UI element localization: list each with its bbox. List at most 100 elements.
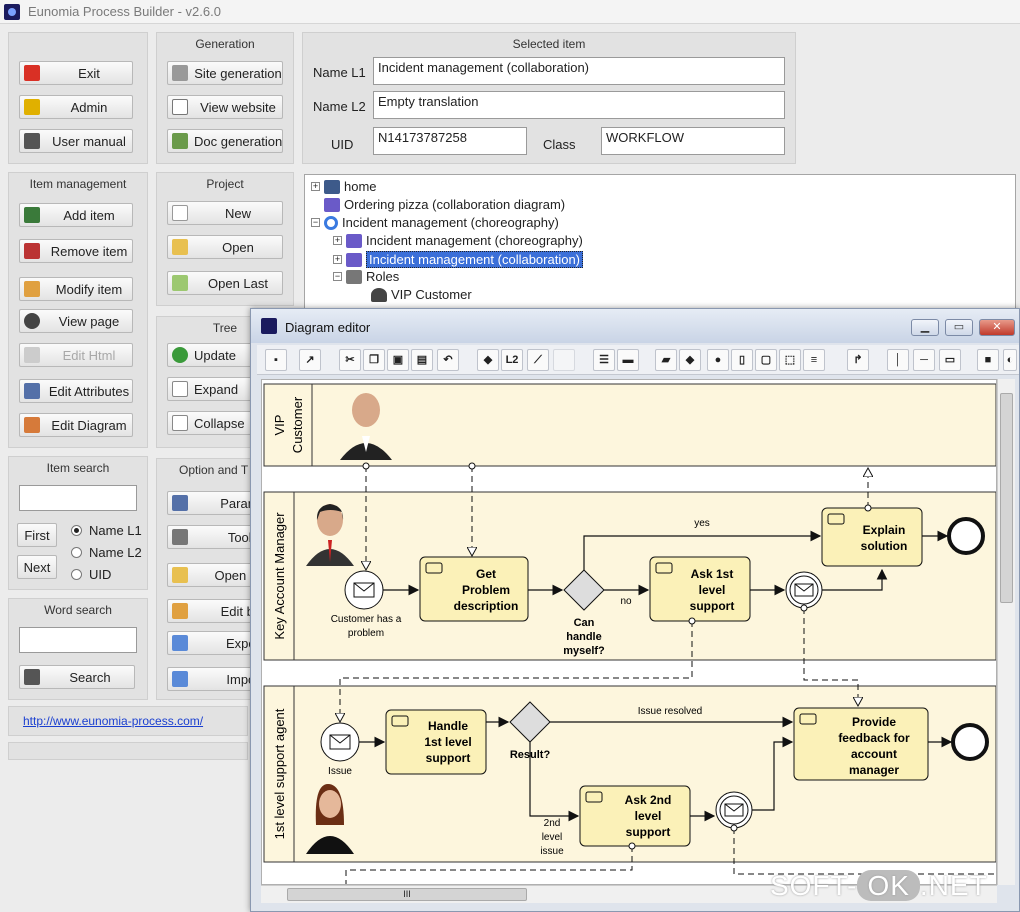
disabled-icon[interactable]	[553, 349, 575, 371]
collapse-toggle[interactable]: −	[311, 218, 320, 227]
radio-name-l2[interactable]	[71, 547, 82, 558]
cut-icon[interactable]: ✂	[339, 349, 361, 371]
group-icon[interactable]: ⬚	[779, 349, 801, 371]
vertical-scrollbar[interactable]	[997, 379, 1015, 885]
class-field[interactable]: WORKFLOW	[601, 127, 785, 155]
intermediate-event-2[interactable]	[715, 791, 753, 829]
expand-toggle[interactable]: +	[333, 236, 342, 245]
connector-icon[interactable]: ⟋	[527, 349, 549, 371]
vertical-scroll-thumb[interactable]	[1000, 393, 1013, 603]
new-project-button[interactable]: New	[167, 201, 283, 225]
item-tree[interactable]: + home Ordering pizza (collaboration diag…	[304, 174, 1016, 314]
undo-icon[interactable]: ↶	[437, 349, 459, 371]
name-l2-field[interactable]: Empty translation	[373, 91, 785, 119]
website-link[interactable]: http://www.eunomia-process.com/	[23, 714, 203, 728]
tree-node-ordering[interactable]: Ordering pizza (collaboration diagram)	[324, 197, 565, 212]
paste-special-icon[interactable]: ▤	[411, 349, 433, 371]
close-button[interactable]: ✕	[979, 319, 1015, 336]
flow-icon[interactable]: ↱	[847, 349, 869, 371]
tree-node-home[interactable]: + home	[311, 179, 377, 194]
expand-toggle[interactable]: +	[333, 255, 342, 264]
view-website-button[interactable]: View website	[167, 95, 283, 119]
fill-icon[interactable]: ■	[977, 349, 999, 371]
tree-node-incident[interactable]: − Incident management (choreography)	[311, 215, 559, 230]
task-ask-2nd-level[interactable]: Ask 2nd level support	[579, 785, 691, 847]
start-event-customer-problem[interactable]	[344, 570, 384, 610]
annotation-icon[interactable]: ≡	[803, 349, 825, 371]
task-explain-solution[interactable]: Explain solution	[821, 507, 923, 567]
circle-icon[interactable]: ◐	[1003, 349, 1017, 371]
roles-icon	[346, 269, 362, 284]
next-button[interactable]: Next	[17, 555, 57, 579]
end-event-kam[interactable]	[947, 517, 985, 555]
search-button[interactable]: Search	[19, 665, 135, 689]
remove-item-button[interactable]: Remove item	[19, 239, 133, 263]
label-issue: Issue	[328, 766, 352, 777]
expand-toggle[interactable]: +	[311, 182, 320, 191]
tree-node-collaboration[interactable]: + Incident management (collaboration)	[333, 251, 584, 268]
bpmn-diagram[interactable]: VIP Customer Key Account Manager 1st lev…	[262, 380, 997, 885]
lane-icon[interactable]: ▭	[939, 349, 961, 371]
copy-icon[interactable]: ❐	[363, 349, 385, 371]
save-icon[interactable]: ▪	[265, 349, 287, 371]
doc-generation-button[interactable]: Doc generation	[167, 129, 283, 153]
tree-node-vip[interactable]: VIP Customer	[371, 287, 472, 302]
minimize-button[interactable]: ▁	[911, 319, 939, 336]
word-search-input[interactable]	[19, 627, 137, 653]
label-result: Result?	[510, 749, 551, 761]
diagram-icon	[324, 197, 340, 212]
horizontal-scroll-thumb[interactable]: III	[287, 888, 527, 901]
collapse-toggle[interactable]: −	[333, 272, 342, 281]
edit-diagram-button[interactable]: Edit Diagram	[19, 413, 133, 437]
edit-attributes-button[interactable]: Edit Attributes	[19, 379, 133, 403]
tree-node-choreography[interactable]: + Incident management (choreography)	[333, 233, 583, 248]
l2-icon[interactable]: L2	[501, 349, 523, 371]
horizontal-line-icon[interactable]: ─	[913, 349, 935, 371]
link-icon[interactable]: ◆	[477, 349, 499, 371]
diagram-editor-title: Diagram editor	[285, 320, 371, 335]
flag-icon[interactable]: ▬	[617, 349, 639, 371]
admin-button[interactable]: Admin	[19, 95, 133, 119]
modify-item-button[interactable]: Modify item	[19, 277, 133, 301]
tree-node-roles[interactable]: − Roles	[333, 269, 399, 284]
radio-name-l2-label: Name L2	[89, 545, 142, 560]
start-event-issue[interactable]	[320, 722, 360, 762]
task-ask-1st-level[interactable]: Ask 1st level support	[649, 556, 751, 622]
label-issue-resolved: Issue resolved	[638, 706, 702, 717]
name-l1-field[interactable]: Incident management (collaboration)	[373, 57, 785, 85]
gateway-icon[interactable]: ◆	[679, 349, 701, 371]
paste-icon[interactable]: ▣	[387, 349, 409, 371]
end-event-support[interactable]	[951, 723, 989, 761]
open-project-button[interactable]: Open	[167, 235, 283, 259]
radio-name-l1[interactable]	[71, 525, 82, 536]
site-generation-button[interactable]: Site generation	[167, 61, 283, 85]
label-no: no	[620, 596, 632, 607]
event-icon[interactable]: ●	[707, 349, 729, 371]
uid-field[interactable]: N14173787258	[373, 127, 527, 155]
view-page-button[interactable]: View page	[19, 309, 133, 333]
user-manual-button[interactable]: User manual	[19, 129, 133, 153]
task-handle-1st-level[interactable]: Handle 1st level support	[385, 709, 487, 775]
export-icon[interactable]: ↗	[299, 349, 321, 371]
open-last-button[interactable]: Open Last	[167, 271, 283, 295]
general-panel: Exit Admin User manual	[8, 32, 148, 164]
home-icon	[324, 179, 340, 194]
selected-item-header: Selected item	[512, 37, 586, 51]
intermediate-event-1[interactable]	[785, 571, 823, 609]
radio-uid[interactable]	[71, 569, 82, 580]
add-item-button[interactable]: Add item	[19, 203, 133, 227]
project-panel: Project New Open Open Last	[156, 172, 294, 306]
pool-icon[interactable]: ▯	[731, 349, 753, 371]
vertical-line-icon[interactable]: │	[887, 349, 909, 371]
task-get-problem[interactable]: Get Problem description	[419, 556, 529, 622]
edit-html-button[interactable]: Edit Html	[19, 343, 133, 367]
item-search-input[interactable]	[19, 485, 137, 511]
task-provide-feedback[interactable]: Provide feedback for account manager	[793, 707, 929, 781]
data-object-icon[interactable]: ▢	[755, 349, 777, 371]
maximize-button[interactable]: ▭	[945, 319, 973, 336]
exit-button[interactable]: Exit	[19, 61, 133, 85]
task-icon[interactable]: ▰	[655, 349, 677, 371]
first-button[interactable]: First	[17, 523, 57, 547]
diagram-canvas[interactable]: VIP Customer Key Account Manager 1st lev…	[261, 379, 997, 885]
list-icon[interactable]: ☰	[593, 349, 615, 371]
